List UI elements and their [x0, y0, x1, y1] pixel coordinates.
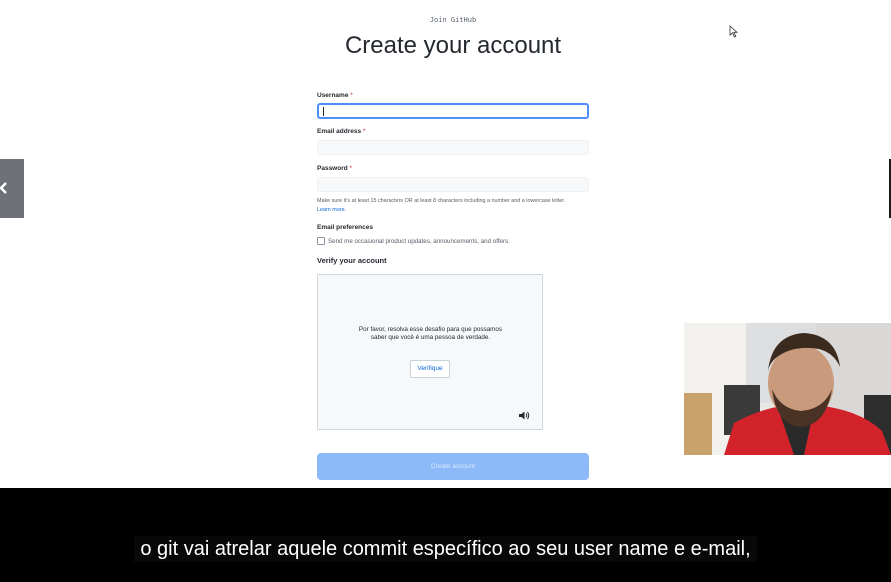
email-preferences-label: Email preferences	[317, 224, 374, 231]
email-preferences-checkbox[interactable]	[317, 237, 325, 245]
learn-more-link[interactable]: Learn more.	[317, 207, 346, 213]
video-caption-bar	[0, 488, 891, 582]
username-label: Username *	[317, 92, 353, 99]
video-caption: o git vai atrelar aquele commit específi…	[0, 536, 891, 562]
captcha-verify-button[interactable]: Verifique	[410, 360, 450, 378]
previous-slide-button[interactable]	[0, 159, 24, 218]
email-preferences-text: Send me occasional product updates, anno…	[328, 237, 510, 245]
join-github-kicker: Join GitHub	[429, 16, 477, 24]
presenter-video-icon	[684, 323, 891, 455]
password-hint: Make sure it's at least 15 characters OR…	[317, 198, 566, 213]
email-label: Email address *	[317, 128, 366, 135]
text-caret	[323, 107, 324, 116]
chevron-left-icon	[0, 182, 7, 194]
username-input[interactable]	[317, 103, 589, 119]
webcam-overlay	[684, 323, 891, 455]
page-title: Create your account	[344, 32, 562, 59]
create-account-button[interactable]: Create account	[317, 453, 589, 480]
speaker-icon[interactable]	[519, 411, 530, 420]
mouse-cursor-icon	[729, 25, 739, 38]
email-preferences-option[interactable]: Send me occasional product updates, anno…	[317, 237, 510, 245]
email-input[interactable]	[317, 140, 589, 155]
verify-account-heading: Verify your account	[317, 256, 387, 265]
password-input[interactable]	[317, 177, 589, 192]
captcha-widget: Por favor, resolva esse desafio para que…	[317, 274, 543, 430]
captcha-instructions: Por favor, resolva esse desafio para que…	[358, 326, 503, 341]
password-label: Password *	[317, 165, 353, 172]
